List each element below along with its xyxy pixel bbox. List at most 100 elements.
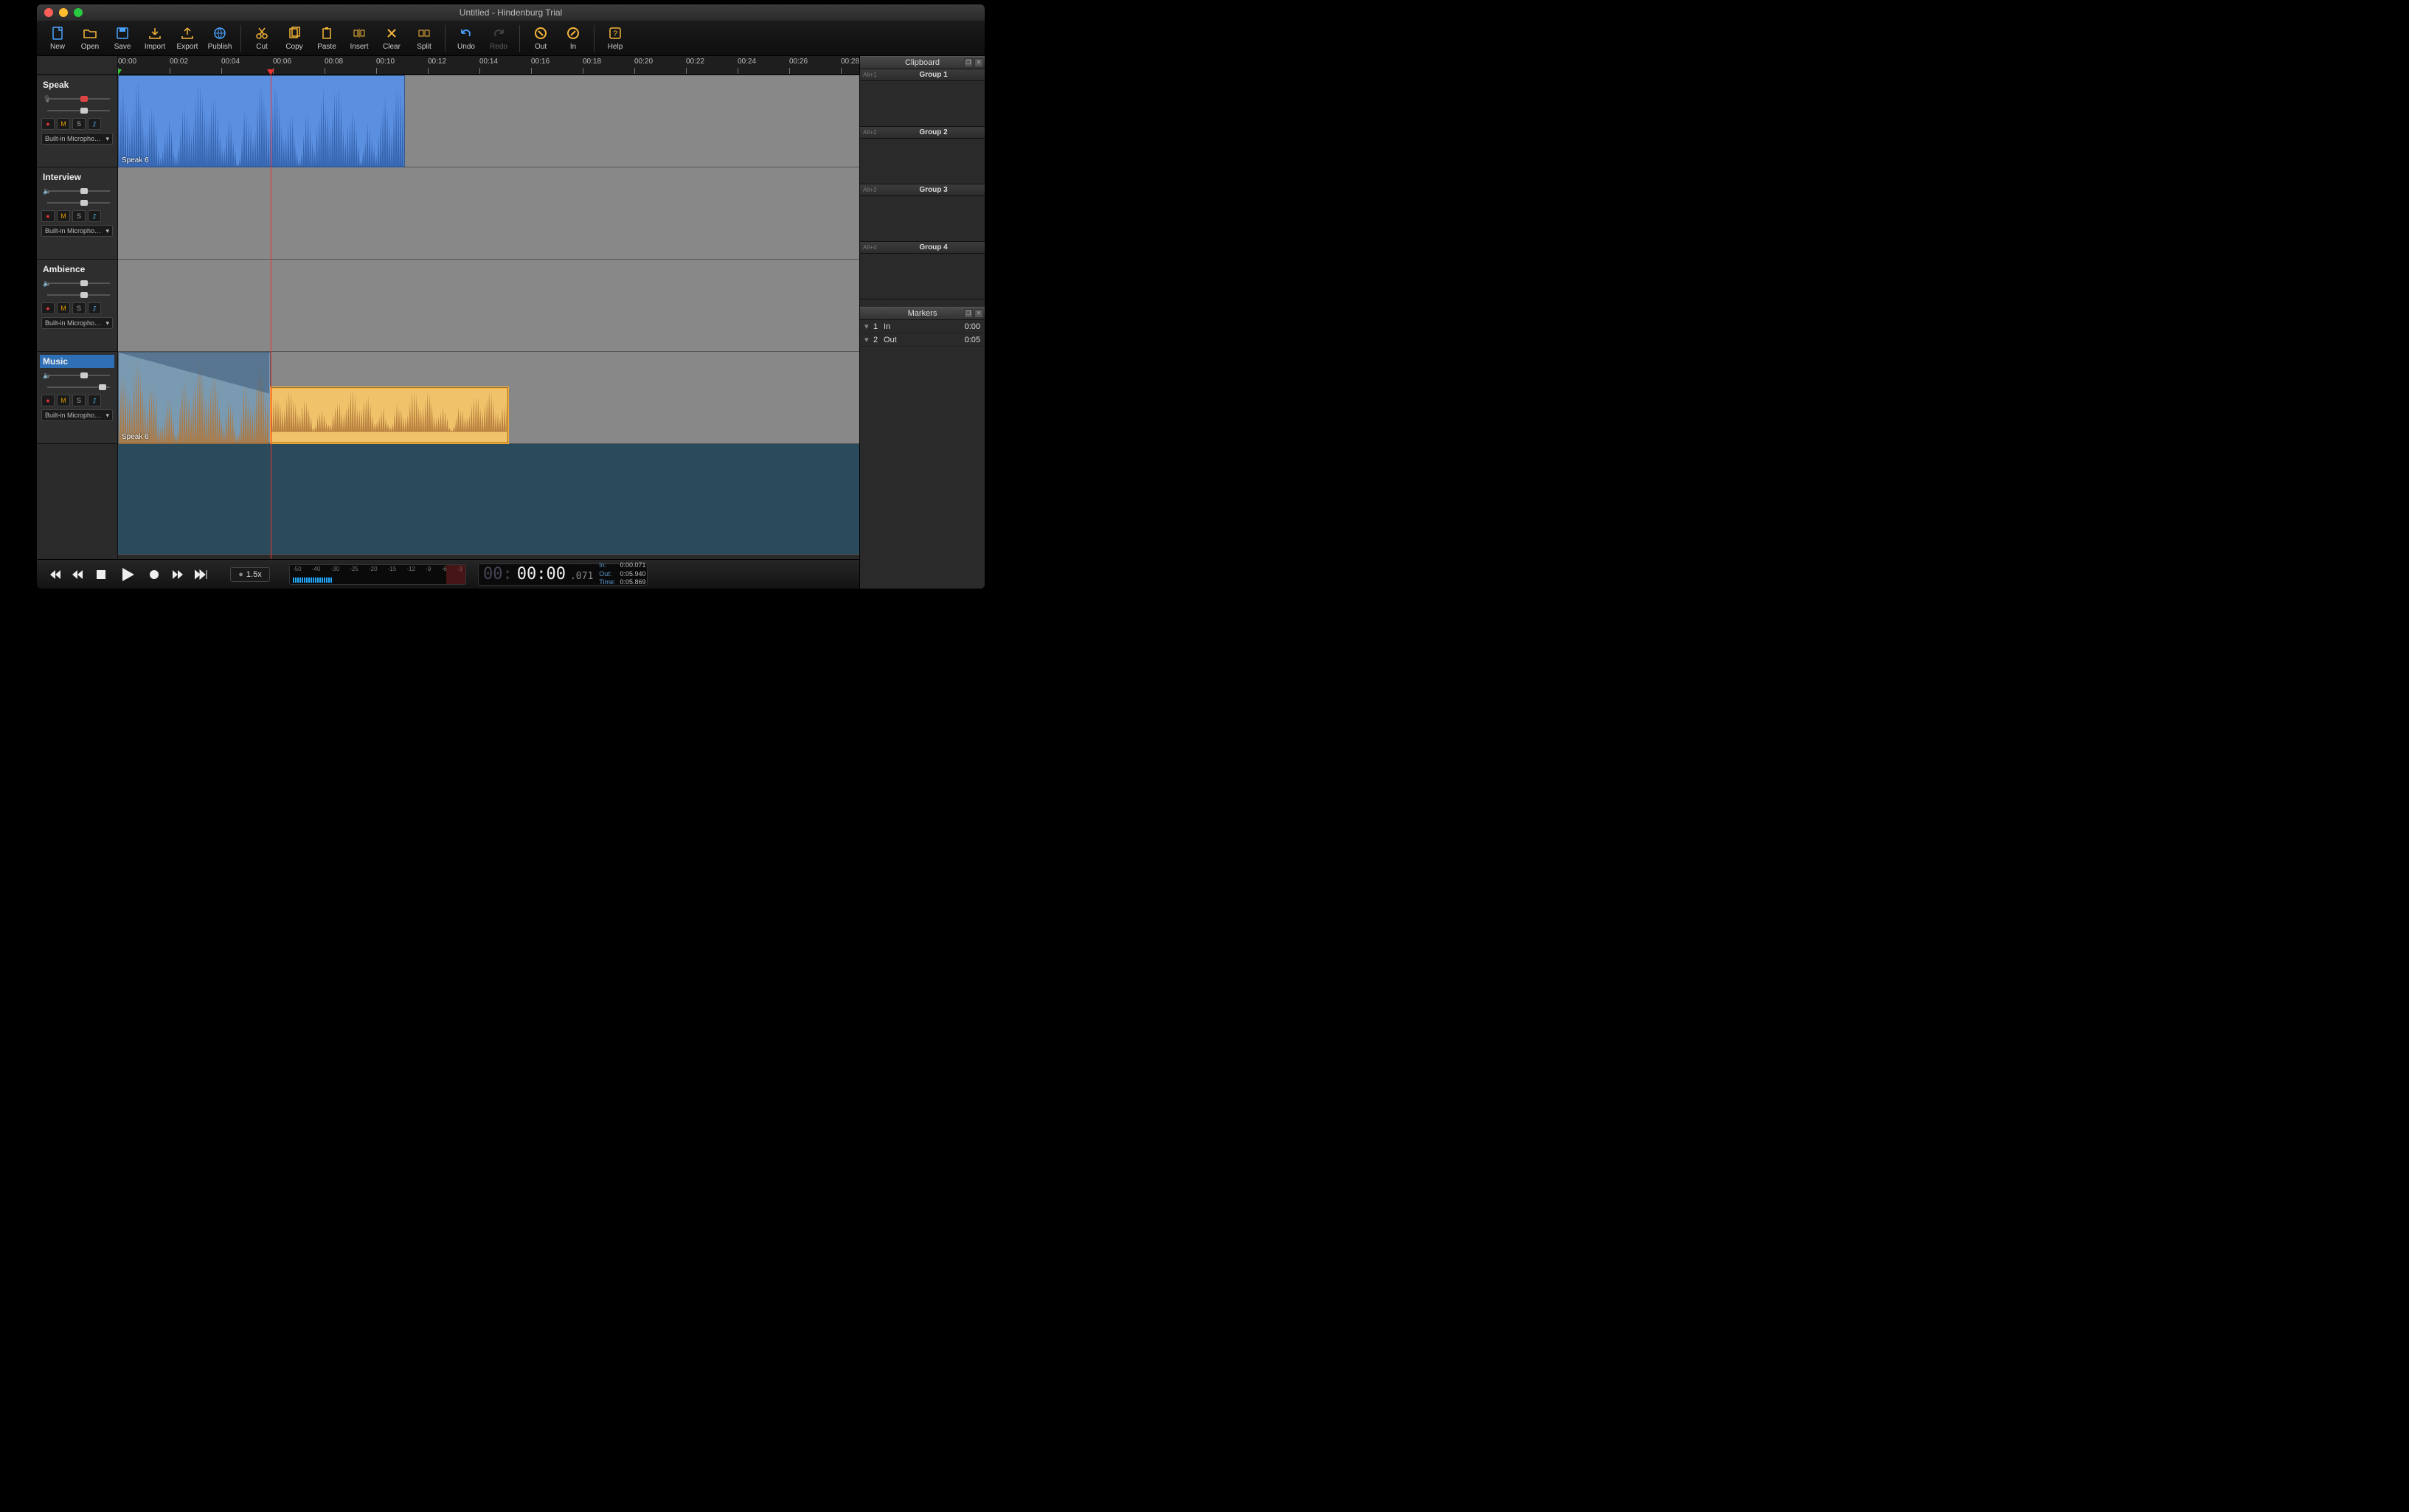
panel-close-icon[interactable]: ✕ [974,58,983,67]
input-select[interactable]: Built-in Micropho…▾ [41,133,113,145]
record-arm-button[interactable]: ● [41,210,55,222]
new-button[interactable]: New [41,21,74,55]
clipboard-group-header[interactable]: Alt+1Group 1 [860,69,985,81]
in-button[interactable]: In [557,21,589,55]
record-button[interactable] [145,565,164,584]
track-gain-slider[interactable]: 🔈 [41,371,113,380]
side-panel: Clipboard ❐✕ Alt+1Group 1Alt+2Group 2Alt… [859,56,985,589]
redo-button[interactable]: Redo [482,21,515,55]
markers-list: ▾1In0:00▾2Out0:05 [860,320,985,347]
record-arm-button[interactable]: ● [41,302,55,314]
clipboard-group-body[interactable] [860,81,985,127]
clipboard-group-header[interactable]: Alt+4Group 4 [860,242,985,254]
track-pan-slider[interactable] [41,198,113,207]
solo-button[interactable]: S [72,395,86,406]
time-ruler[interactable]: 00:0000:0200:0400:0600:0800:1000:1200:14… [118,56,859,75]
audio-clip[interactable]: Speak 6 [118,352,271,443]
track-name: Speak [40,78,114,91]
mute-button[interactable]: M [57,395,70,406]
fx-button[interactable]: ⎎ [88,210,101,222]
solo-button[interactable]: S [72,302,86,314]
track-lane[interactable]: Speak 6 [118,75,859,167]
clipboard-group-body[interactable] [860,196,985,242]
marker-row[interactable]: ▾1In0:00 [860,320,985,333]
ruler-tick: 00:10 [376,58,395,66]
ruler-tick: 00:26 [789,58,808,66]
svg-text:?: ? [613,30,617,38]
panel-close-icon[interactable]: ✕ [974,309,983,318]
chevron-down-icon: ▾ [864,322,873,331]
forward-end-button[interactable] [192,565,211,584]
track-lane[interactable] [118,260,859,352]
out-button[interactable]: Out [524,21,557,55]
insert-button[interactable]: Insert [343,21,375,55]
ruler-tick: 00:00 [118,58,136,66]
paste-button[interactable]: Paste [311,21,343,55]
clipboard-group-body[interactable] [860,254,985,299]
rewind-start-button[interactable] [44,565,63,584]
clipboard-group-header[interactable]: Alt+3Group 3 [860,184,985,196]
record-arm-button[interactable]: ● [41,395,55,406]
playback-speed[interactable]: ●1.5x [230,567,270,582]
track-header[interactable]: Music 🔈 ● M S ⎎ Built-in Micropho…▾ [37,352,117,444]
tracks-viewport[interactable]: 00:0000:0200:0400:0600:0800:1000:1200:14… [118,56,859,559]
copy-button[interactable]: Copy [278,21,311,55]
clipboard-group-body[interactable] [860,139,985,184]
in-marker[interactable] [118,69,122,75]
separator [445,25,446,52]
level-meter: -50-40-30-25-20-15-12-9-6-3 [289,564,466,585]
track-header[interactable]: Ambience 🔈 ● M S ⎎ Built-in Micropho…▾ [37,260,117,352]
stop-button[interactable] [91,565,111,584]
clear-button[interactable]: Clear [375,21,408,55]
track-pan-slider[interactable] [41,106,113,115]
mute-button[interactable]: M [57,302,70,314]
track-lane[interactable] [118,167,859,260]
split-button[interactable]: Split [408,21,440,55]
panel-pop-icon[interactable]: ❐ [964,309,973,318]
forward-button[interactable] [168,565,187,584]
ruler-tick: 00:08 [325,58,343,66]
input-select[interactable]: Built-in Micropho…▾ [41,225,113,237]
open-button[interactable]: Open [74,21,106,55]
track-name: Ambience [40,263,114,276]
save-button[interactable]: Save [106,21,139,55]
timecode-display: 00: 00:00 .071 In:0:00.071Out:0:05.940Ti… [478,563,648,586]
rewind-button[interactable] [68,565,87,584]
track-lane[interactable]: Speak 6 [118,352,859,444]
track-header[interactable]: Interview 🔈 ● M S ⎎ Built-in Micropho…▾ [37,167,117,260]
export-button[interactable]: Export [171,21,204,55]
help-button[interactable]: ?Help [599,21,631,55]
import-button[interactable]: Import [139,21,171,55]
record-arm-button[interactable]: ● [41,118,55,130]
track-gain-slider[interactable]: 🎙 [41,94,113,103]
separator [519,25,520,52]
audio-clip[interactable]: Speak 6 [118,75,405,167]
input-select[interactable]: Built-in Micropho…▾ [41,409,113,421]
ruler-tick: 00:12 [428,58,446,66]
main-area: Speak 🎙 ● M S ⎎ Built-in Micropho…▾ Inte… [37,56,859,589]
undo-button[interactable]: Undo [450,21,482,55]
fx-button[interactable]: ⎎ [88,302,101,314]
track-gain-slider[interactable]: 🔈 [41,279,113,288]
track-pan-slider[interactable] [41,291,113,299]
timecode-main: 00:00 [517,565,566,583]
panel-pop-icon[interactable]: ❐ [964,58,973,67]
mute-button[interactable]: M [57,210,70,222]
track-gain-slider[interactable]: 🔈 [41,187,113,195]
mute-button[interactable]: M [57,118,70,130]
solo-button[interactable]: S [72,210,86,222]
out-marker[interactable] [267,69,274,75]
audio-clip[interactable] [271,387,508,443]
clipboard-group-header[interactable]: Alt+2Group 2 [860,127,985,139]
publish-button[interactable]: Publish [204,21,236,55]
track-header[interactable]: Speak 🎙 ● M S ⎎ Built-in Micropho…▾ [37,75,117,167]
ruler-tick: 00:14 [479,58,498,66]
marker-row[interactable]: ▾2Out0:05 [860,333,985,347]
input-select[interactable]: Built-in Micropho…▾ [41,317,113,329]
fx-button[interactable]: ⎎ [88,118,101,130]
fx-button[interactable]: ⎎ [88,395,101,406]
solo-button[interactable]: S [72,118,86,130]
cut-button[interactable]: Cut [246,21,278,55]
track-pan-slider[interactable] [41,383,113,392]
play-button[interactable] [115,565,140,584]
